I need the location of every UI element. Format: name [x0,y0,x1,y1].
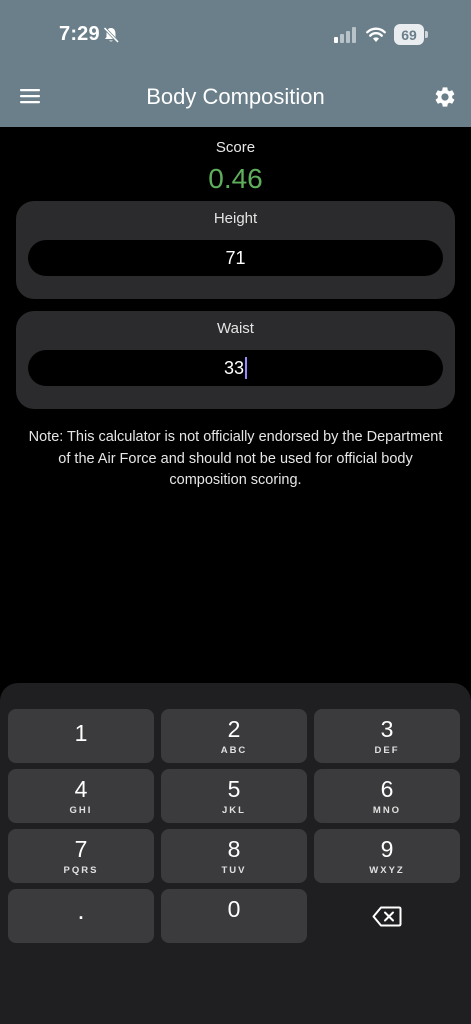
key-digit: 3 [380,716,394,742]
key-letters: WXYZ [369,865,405,876]
waist-input[interactable]: 33 [28,350,443,386]
key-digit: 6 [380,776,394,802]
key-1[interactable]: 1 [8,709,154,763]
wifi-icon [366,27,386,42]
key-digit: 9 [380,836,394,862]
battery-indicator: 69 [394,24,428,45]
screen: 7:29 69 Body Composition Score 0.46 Heig… [0,0,471,1024]
top-bar: 7:29 69 Body Composition [0,0,471,127]
key-letters: GHI [69,805,93,816]
key-letters: TUV [221,865,247,876]
battery-level: 69 [394,24,424,45]
disclaimer-note: Note: This calculator is not officially … [28,429,443,488]
key-decimal[interactable]: . [8,889,154,943]
key-9[interactable]: 9 WXYZ [314,829,460,883]
key-digit: 5 [227,776,241,802]
height-label: Height [213,210,258,227]
bell-slash-icon [103,26,120,44]
key-digit: 1 [74,720,88,746]
key-4[interactable]: 4 GHI [8,769,154,823]
key-0[interactable]: 0 [161,889,307,943]
height-card: Height 71 [16,201,455,299]
key-letters: DEF [374,745,400,756]
key-6[interactable]: 6 MNO [314,769,460,823]
key-3[interactable]: 3 DEF [314,709,460,763]
height-input[interactable]: 71 [28,240,443,276]
key-digit: 4 [74,776,88,802]
waist-value: 33 [223,357,245,378]
backspace-icon [372,906,402,927]
height-value: 71 [225,247,246,268]
key-5[interactable]: 5 JKL [161,769,307,823]
score-label: Score [215,139,256,156]
gear-icon[interactable] [433,85,457,109]
key-digit: . [77,895,85,925]
key-8[interactable]: 8 TUV [161,829,307,883]
delete-key[interactable] [314,889,460,943]
key-digit: 0 [227,896,241,922]
key-letters: PQRS [63,865,99,876]
key-letters: ABC [220,745,248,756]
text-cursor [245,357,248,379]
waist-card: Waist 33 [16,311,455,409]
key-2[interactable]: 2 ABC [161,709,307,763]
key-digit: 2 [227,716,241,742]
key-7[interactable]: 7 PQRS [8,829,154,883]
key-letters: JKL [222,805,246,816]
key-digit: 7 [74,836,88,862]
page-title: Body Composition [146,84,325,109]
battery-cap [425,31,428,38]
waist-label: Waist [217,320,254,337]
numeric-keypad: 1 2 ABC 3 DEF 4 GHI 5 JKL 6 MNO 7 PQRS 8… [0,683,471,1024]
key-digit: 8 [227,836,241,862]
status-time: 7:29 [59,23,100,45]
cellular-signal-icon [334,27,356,43]
score-value: 0.46 [208,163,263,194]
key-letters: MNO [372,805,402,816]
